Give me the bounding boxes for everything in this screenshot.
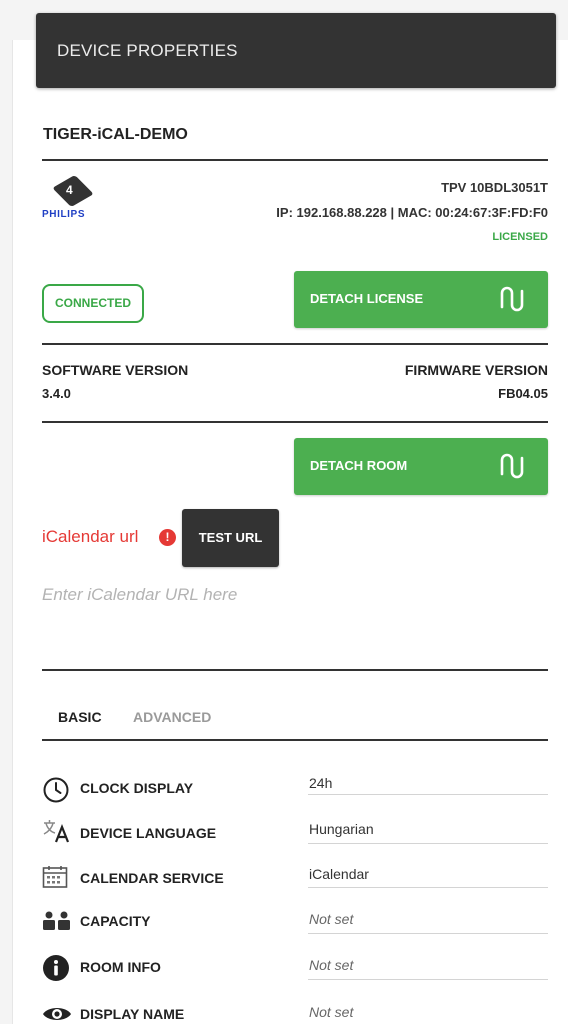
firmware-version-label: FIRMWARE VERSION <box>404 362 548 378</box>
divider <box>42 159 548 161</box>
field-underline <box>308 794 548 795</box>
clock-icon <box>43 777 69 803</box>
detach-icon <box>500 453 524 479</box>
room-info-label: ROOM INFO <box>80 959 161 975</box>
eye-icon <box>43 1008 71 1020</box>
brand-logo: 4 PHILIPS <box>42 174 108 222</box>
tabs-divider <box>42 739 548 741</box>
people-icon <box>43 911 70 930</box>
detach-room-label: DETACH ROOM <box>310 458 408 473</box>
software-version-value: 3.4.0 <box>42 386 71 401</box>
tab-advanced[interactable]: ADVANCED <box>133 709 211 725</box>
display-name-value[interactable]: Not set <box>309 1004 353 1020</box>
detach-icon <box>500 286 524 312</box>
software-version-label: SOFTWARE VERSION <box>42 362 189 378</box>
device-language-label: DEVICE LANGUAGE <box>80 825 217 841</box>
field-underline <box>308 843 548 844</box>
header-title: DEVICE PROPERTIES <box>57 41 238 60</box>
tab-basic[interactable]: BASIC <box>58 709 102 725</box>
field-underline <box>308 887 548 888</box>
url-input-underline <box>42 669 548 671</box>
field-underline <box>308 979 548 980</box>
clock-display-label: CLOCK DISPLAY <box>80 780 194 796</box>
device-tile-number: 4 <box>66 183 73 197</box>
capacity-label: CAPACITY <box>80 913 151 929</box>
clock-display-value[interactable]: 24h <box>309 775 332 791</box>
calendar-service-value[interactable]: iCalendar <box>309 866 369 882</box>
calendar-service-label: CALENDAR SERVICE <box>80 870 224 886</box>
field-underline <box>308 933 548 934</box>
divider <box>42 421 548 423</box>
panel-header: DEVICE PROPERTIES <box>36 13 556 88</box>
detach-license-label: DETACH LICENSE <box>310 291 424 306</box>
test-url-button[interactable]: TEST URL <box>182 509 279 567</box>
capacity-value[interactable]: Not set <box>309 911 353 927</box>
warning-info-icon[interactable]: ! <box>159 529 176 546</box>
divider <box>42 343 548 345</box>
calendar-icon <box>42 866 68 888</box>
info-icon <box>43 955 69 981</box>
display-name-label: DISPLAY NAME <box>80 1006 185 1022</box>
brand-name: PHILIPS <box>42 209 86 220</box>
icalendar-url-label: iCalendar url <box>42 527 139 546</box>
device-tile-icon <box>52 174 94 208</box>
detach-room-button[interactable]: DETACH ROOM <box>294 438 548 495</box>
license-status: LICENSED <box>492 231 548 243</box>
device-language-value[interactable]: Hungarian <box>309 821 374 837</box>
room-info-value[interactable]: Not set <box>309 957 353 973</box>
firmware-version-value: FB04.05 <box>498 386 548 401</box>
connection-status-badge: CONNECTED <box>42 284 144 323</box>
device-model: TPV 10BDL3051T <box>441 180 548 195</box>
icalendar-url-input[interactable] <box>42 577 548 613</box>
translate-icon <box>43 820 70 843</box>
device-network-info: IP: 192.168.88.228 | MAC: 00:24:67:3F:FD… <box>276 205 548 220</box>
device-name: TIGER-iCAL-DEMO <box>43 126 188 143</box>
detach-license-button[interactable]: DETACH LICENSE <box>294 271 548 328</box>
